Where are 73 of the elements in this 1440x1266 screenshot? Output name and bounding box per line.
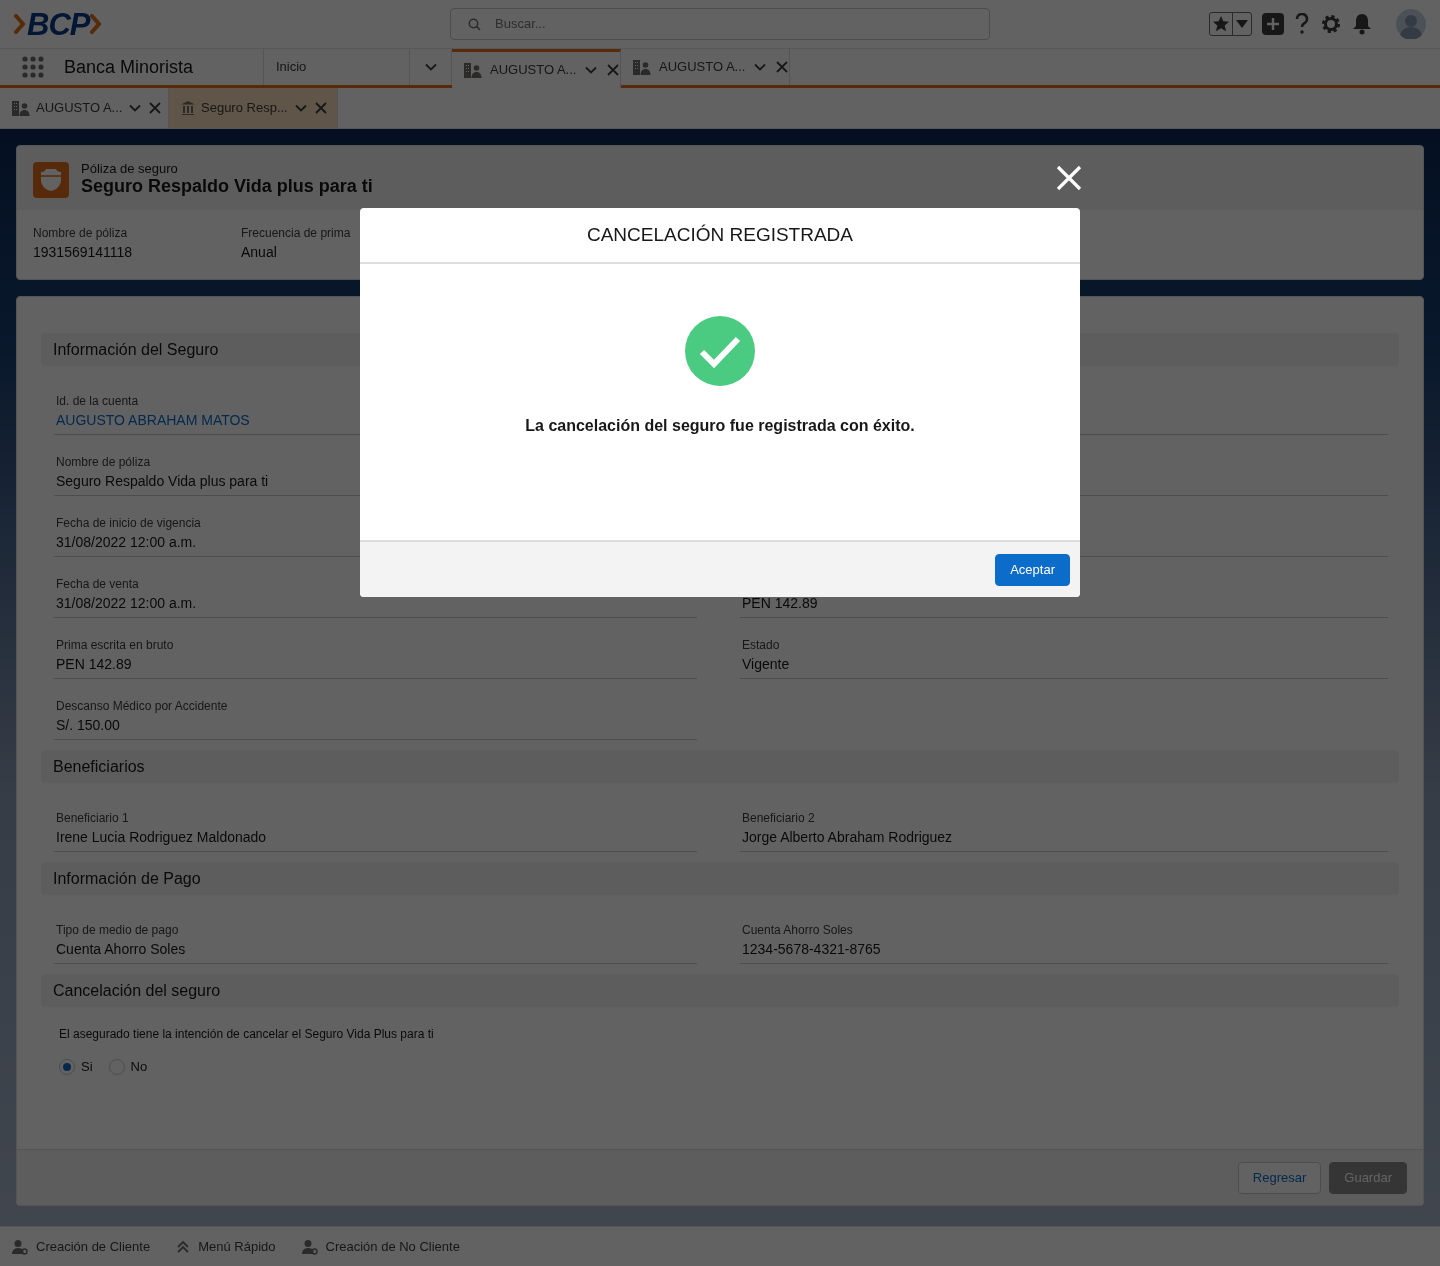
- search-icon: [468, 18, 481, 31]
- person-icon: [12, 1238, 28, 1255]
- field-value: 31/08/2022 12:00 a.m.: [56, 594, 198, 613]
- avatar-icon[interactable]: [1396, 9, 1426, 39]
- field-value: Irene Lucia Rodriguez Maldonado: [56, 828, 268, 847]
- utility-item[interactable]: Menú Rápido: [176, 1236, 276, 1257]
- logo-text[interactable]: BCP: [27, 8, 90, 40]
- building-person-icon: [464, 62, 482, 78]
- field-label: Estado: [742, 637, 781, 654]
- record-title: Seguro Respaldo Vida plus para ti: [81, 176, 373, 198]
- success-check-icon: [685, 316, 755, 386]
- bank-icon: [181, 101, 195, 115]
- radio-label: No: [130, 1058, 148, 1076]
- utility-item[interactable]: Creación de No Cliente: [301, 1236, 460, 1257]
- field-value: Seguro Respaldo Vida plus para ti: [56, 472, 270, 491]
- modal-title: CANCELACIÓN REGISTRADA: [360, 208, 1080, 264]
- field-label: Frecuencia de prima: [241, 225, 352, 242]
- field-value: 31/08/2022 12:00 a.m.: [56, 533, 198, 552]
- person-icon: [301, 1238, 318, 1255]
- field-label: Fecha de inicio de vigencia: [56, 515, 202, 532]
- section-header[interactable]: Cancelación del seguro: [41, 974, 1399, 1007]
- help-icon[interactable]: [1294, 13, 1310, 35]
- add-icon[interactable]: [1262, 13, 1284, 35]
- field-label: Cuenta Ahorro Soles: [742, 922, 854, 939]
- building-person-icon: [633, 59, 651, 75]
- record-type: Póliza de seguro: [81, 162, 179, 177]
- modal-message: La cancelación del seguro fue registrada con éxito.: [525, 416, 915, 436]
- radio-button[interactable]: [59, 1058, 75, 1075]
- field-value: Jorge Alberto Abraham Rodriguez: [742, 828, 954, 847]
- star-icon: [1212, 15, 1230, 33]
- accept-button[interactable]: Aceptar: [995, 553, 1070, 586]
- close-icon[interactable]: [313, 101, 328, 115]
- field-value: Cuenta Ahorro Soles: [56, 940, 187, 959]
- radio-label: Si: [81, 1058, 93, 1076]
- question-text: El asegurado tiene la intención de cancelar el Seguro Vida Plus para ti: [59, 1026, 435, 1043]
- app-launcher-icon[interactable]: [22, 56, 44, 78]
- close-icon[interactable]: [775, 60, 790, 74]
- field-label: Descanso Médico por Accidente: [56, 698, 229, 715]
- chevron-mark-icon: [14, 14, 26, 34]
- building-person-icon: [12, 100, 30, 116]
- field-label: Fecha de venta: [56, 576, 140, 593]
- field-value: 1234-5678-4321-8765: [742, 940, 882, 959]
- favorites-button[interactable]: [1209, 12, 1252, 36]
- field-label: Nombre de póliza: [33, 225, 129, 242]
- field-label: Nombre de póliza: [56, 454, 152, 471]
- field-label: Tipo de medio de pago: [56, 922, 180, 939]
- close-icon: [1056, 165, 1082, 191]
- close-button[interactable]: [1055, 164, 1083, 192]
- subtab[interactable]: Seguro Resp...: [169, 88, 338, 128]
- double-chevron-up-icon: [176, 1239, 191, 1254]
- field-value: S/. 150.00: [56, 716, 121, 735]
- field-label: Beneficiario 2: [742, 810, 816, 827]
- shield-icon: [33, 162, 69, 198]
- field-label: Id. de la cuenta: [56, 393, 140, 410]
- field-value: 1931569141118: [33, 243, 134, 262]
- field-value: PEN 142.89: [56, 655, 133, 674]
- section-header[interactable]: Información de Pago: [41, 862, 1399, 895]
- notification-bell-icon[interactable]: [1352, 13, 1372, 35]
- field-value: Anual: [241, 243, 278, 262]
- field-label: Beneficiario 1: [56, 810, 130, 827]
- close-icon[interactable]: [148, 101, 163, 115]
- section-header[interactable]: Beneficiarios: [41, 750, 1399, 783]
- field-label: Prima escrita en bruto: [56, 637, 175, 654]
- app-name: Banca Minorista: [64, 55, 194, 79]
- caret-down-icon: [1235, 19, 1249, 29]
- field-value: PEN 142.89: [742, 594, 819, 613]
- close-icon[interactable]: [606, 63, 621, 77]
- settings-icon[interactable]: [1320, 13, 1342, 35]
- chevron-mark-icon: [90, 14, 103, 34]
- nav-tab[interactable]: AUGUSTO A...: [452, 49, 621, 88]
- utility-item[interactable]: Creación de Cliente: [12, 1236, 151, 1257]
- field-value: Vigente: [742, 655, 791, 674]
- form-button[interactable]: Regresar: [1237, 1161, 1322, 1194]
